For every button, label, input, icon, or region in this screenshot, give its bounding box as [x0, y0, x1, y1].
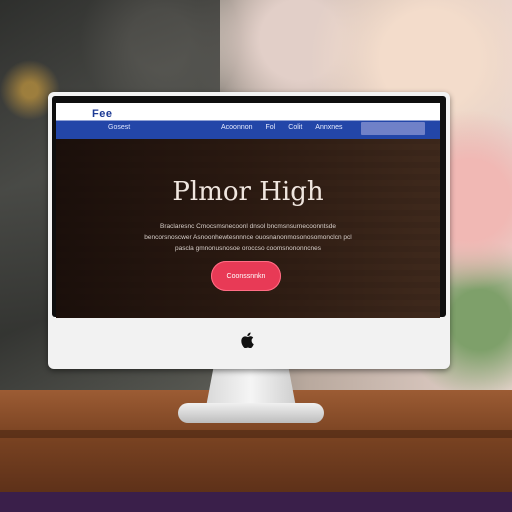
hero-cta-button[interactable]: Coonssnnkn — [211, 261, 281, 291]
hero-title: Plmor High — [172, 177, 324, 207]
apple-icon — [238, 332, 258, 352]
site-logo[interactable]: Fee — [92, 108, 112, 120]
nav-links: Acoonnon Fol Colit Annxnes — [221, 124, 343, 131]
monitor-stand-base — [178, 403, 324, 423]
nav-sub-link[interactable]: Gosest — [108, 124, 130, 131]
apple-icon-svg — [241, 332, 254, 349]
floor-strip — [0, 492, 512, 512]
nav-link-4[interactable]: Annxnes — [315, 124, 342, 131]
nav-link-1[interactable]: Acoonnon — [221, 124, 253, 131]
website-navbar: Fee Gosest Acoonnon Fol Colit Annxnes — [56, 103, 440, 139]
nav-link-3[interactable]: Colit — [288, 124, 302, 131]
monitor-stand — [206, 369, 296, 407]
hero-line-1: Braclaresnc Cmocsmsnecoonl dnsol bncmsns… — [160, 223, 336, 230]
hero-line-2: bencorsnoscwer Asnoonhewtesnnnce ouosnan… — [144, 234, 352, 241]
hero-line-3: pascla gmnonusnosoe oroccso coomsnononnc… — [175, 245, 321, 252]
nav-action-button[interactable] — [361, 122, 425, 135]
nav-link-2[interactable]: Fol — [266, 124, 276, 131]
desk-edge — [0, 430, 512, 438]
monitor-screen: Fee Gosest Acoonnon Fol Colit Annxnes Pl… — [56, 103, 440, 318]
hero-description: Braclaresnc Cmocsmsnecoonl dnsol bncmsns… — [130, 221, 366, 254]
monitor: Fee Gosest Acoonnon Fol Colit Annxnes Pl… — [48, 92, 450, 369]
